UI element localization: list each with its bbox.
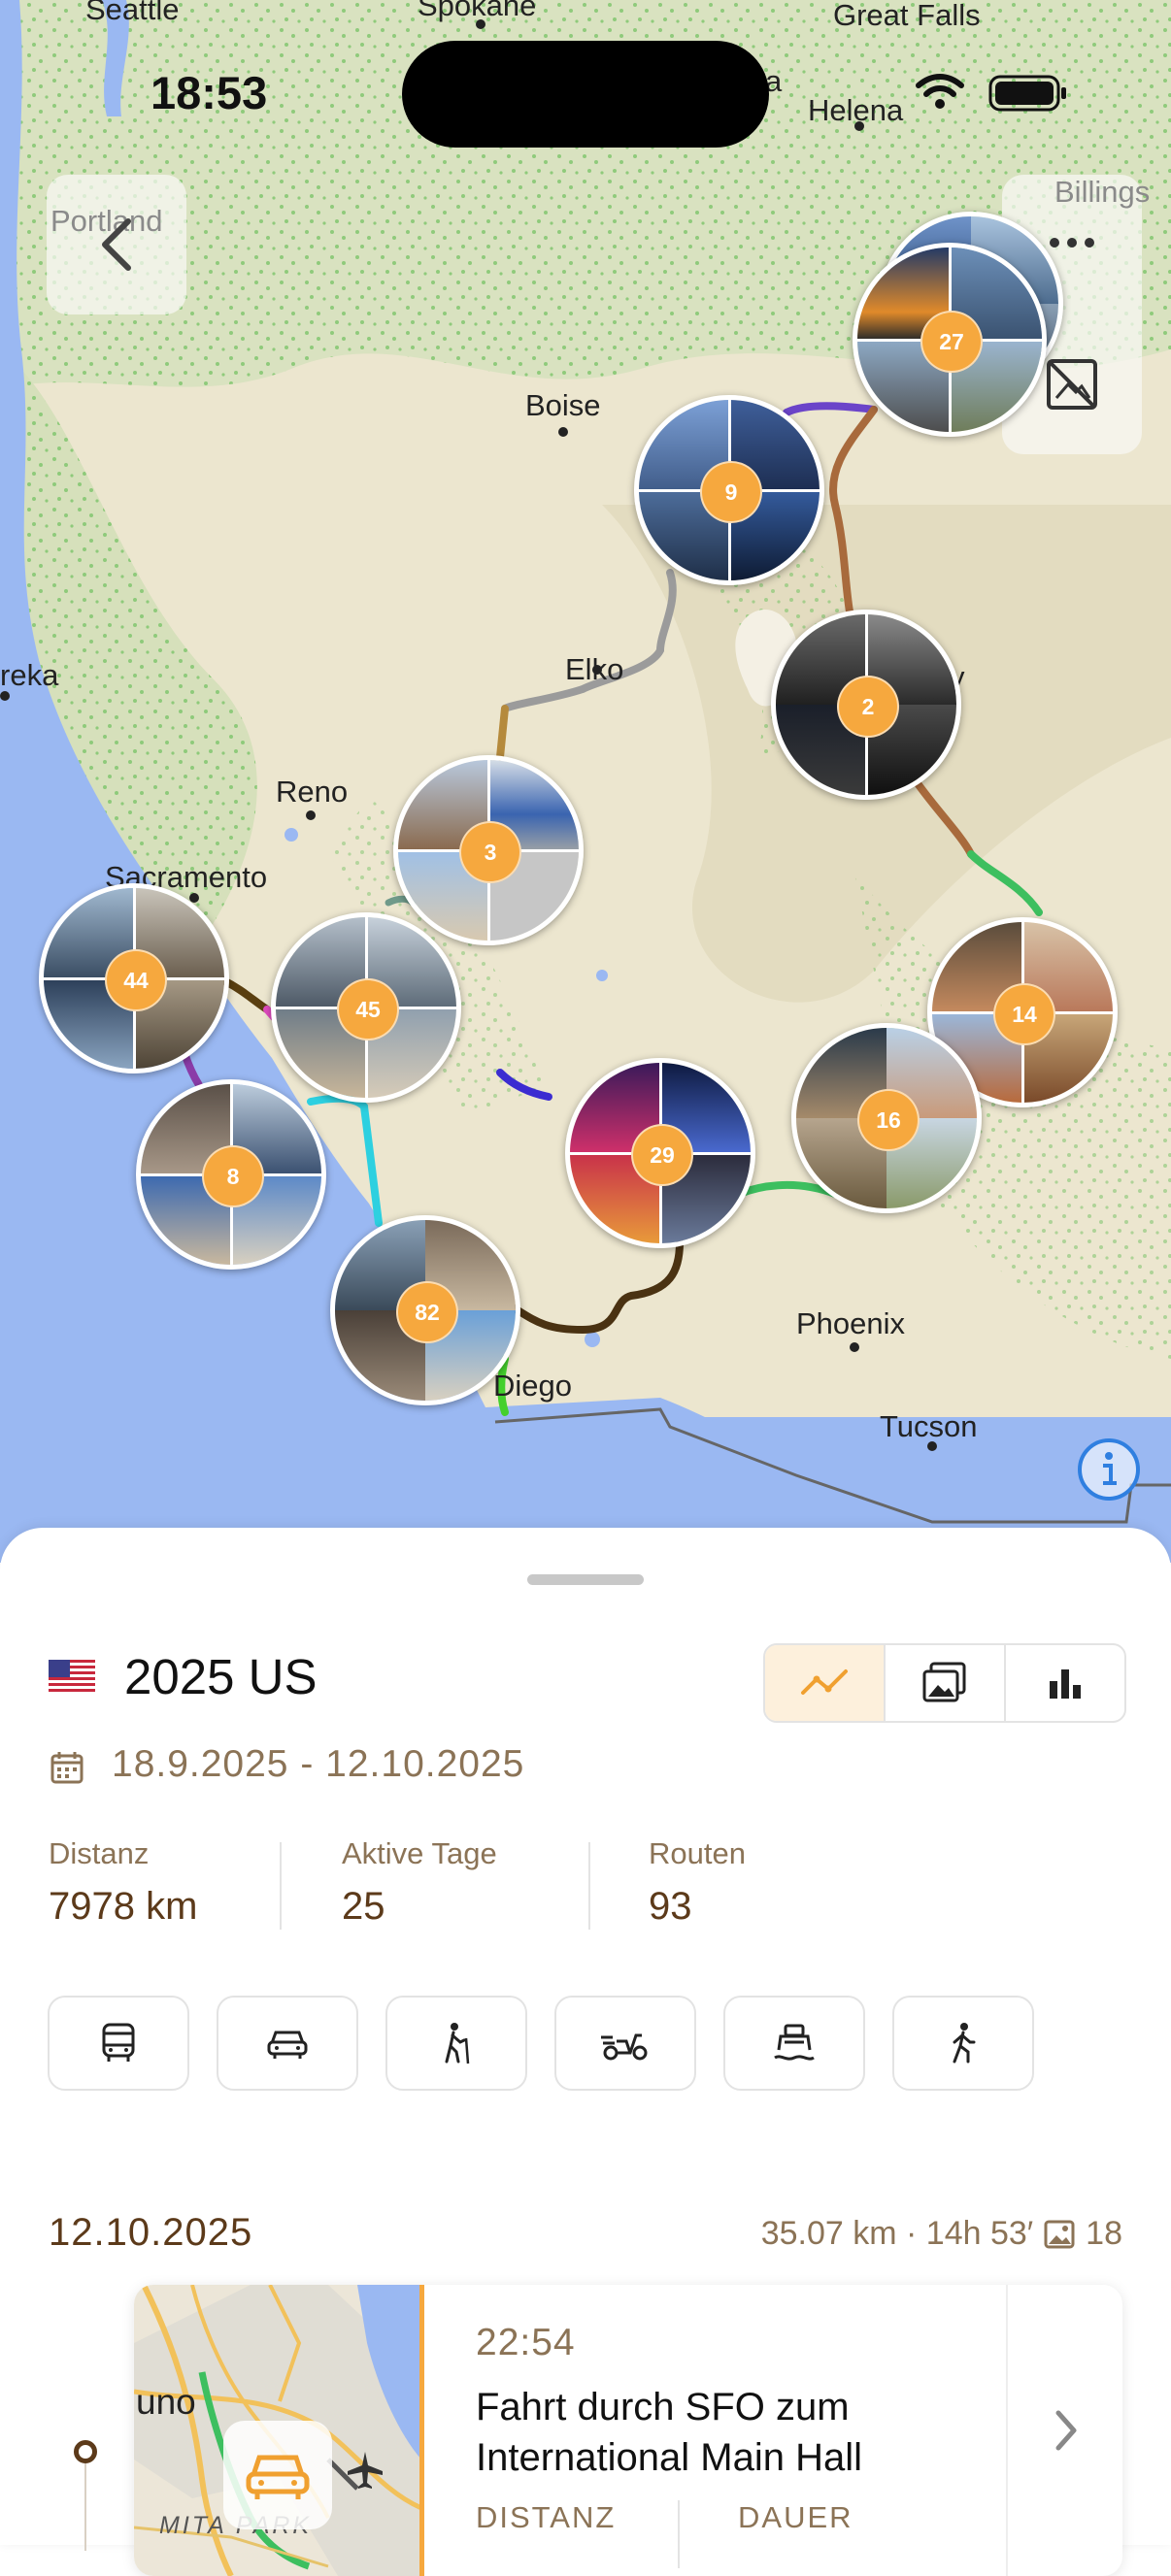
cluster-count: 16	[857, 1089, 920, 1151]
airport-icon	[348, 2452, 383, 2489]
trip-map[interactable]: Seattle Spokane Great Falls a Helena Boi…	[0, 0, 1171, 1563]
filter-car-button[interactable]	[217, 1996, 358, 2091]
cluster-count: 44	[105, 949, 167, 1011]
card-separator	[1006, 2285, 1008, 2576]
cluster-count: 3	[459, 821, 521, 883]
filter-hiking-button[interactable]	[385, 1996, 527, 2091]
ferry-icon	[774, 2024, 815, 2061]
photo-cluster-27[interactable]: 27	[853, 243, 1047, 437]
stat-divider	[588, 1842, 590, 1930]
trip-date-range: 18.9.2025 - 12.10.2025	[112, 1743, 525, 1785]
route-entry-card[interactable]: uno MITA PARK 22:54 Fahrt durch SFO zum …	[134, 2285, 1122, 2576]
filter-walking-button[interactable]	[892, 1996, 1034, 2091]
cluster-count: 29	[631, 1124, 693, 1186]
stat-distance-label: Distanz	[49, 1836, 150, 1870]
trip-title: 2025 US	[124, 1649, 318, 1704]
stat-active-days-label: Aktive Tage	[342, 1836, 497, 1870]
cluster-count: 27	[920, 311, 983, 373]
day-summary: 35.07 km · 14h 53′ 18	[761, 2215, 1122, 2253]
view-mode-route-button[interactable]	[765, 1645, 884, 1721]
map-label-boise: Boise	[525, 388, 601, 422]
stat-routes-label: Routen	[649, 1836, 746, 1870]
transport-mode-badge	[223, 2421, 332, 2529]
wifi-icon	[916, 74, 964, 109]
route-icon	[801, 1669, 848, 1695]
filter-scooter-button[interactable]	[554, 1996, 696, 2091]
entry-distance-label: DISTANZ	[476, 2500, 617, 2534]
photo-cluster-9[interactable]: 9	[634, 395, 824, 585]
map-label-seattle: Seattle	[85, 0, 180, 26]
photo-off-icon	[1047, 359, 1097, 410]
stat-divider	[280, 1842, 282, 1930]
stat-routes-value: 93	[649, 1885, 692, 1928]
entry-title: Fahrt durch SFO zum International Main H…	[476, 2386, 862, 2479]
chart-icon	[1050, 1669, 1081, 1699]
cluster-count: 14	[993, 983, 1055, 1045]
cluster-count: 45	[337, 978, 399, 1040]
thumbnail-label-1: uno	[136, 2382, 196, 2422]
photo-cluster-82[interactable]: 82	[330, 1215, 520, 1405]
stat-active-days-value: 25	[342, 1885, 385, 1928]
hiking-icon	[445, 2023, 470, 2064]
dynamic-island	[402, 41, 769, 148]
photo-cluster-8[interactable]: 8	[136, 1079, 326, 1270]
day-photo-count: 18	[1086, 2215, 1122, 2252]
photo-count-icon	[1044, 2220, 1075, 2248]
info-icon[interactable]	[1076, 1437, 1142, 1503]
view-mode-stats-button[interactable]	[1004, 1645, 1124, 1721]
photo-cluster-2[interactable]: 2	[771, 610, 961, 800]
photo-cluster-45[interactable]: 45	[271, 912, 461, 1103]
map-label-billings: Billings	[1054, 175, 1151, 209]
us-flag-icon	[49, 1660, 95, 1693]
card-accent-bar	[419, 2285, 424, 2576]
timeline-node	[74, 2440, 97, 2463]
cluster-count: 82	[396, 1281, 458, 1343]
hide-photos-button[interactable]	[1043, 355, 1101, 413]
map-label-tucson: Tucson	[880, 1409, 978, 1443]
battery-icon	[988, 75, 1066, 112]
photo-icon	[922, 1662, 966, 1702]
photo-cluster-29[interactable]: 29	[565, 1058, 755, 1248]
cluster-count: 2	[837, 676, 899, 738]
map-label-helena: Helena	[808, 93, 904, 127]
day-distance-duration: 35.07 km · 14h 53′	[760, 2215, 1034, 2252]
map-label-great-falls: Great Falls	[833, 0, 981, 32]
map-label-eureka: reka	[0, 658, 59, 692]
map-label-spokane: Spokane	[418, 0, 537, 22]
sheet-grabber[interactable]	[527, 1574, 644, 1585]
entry-time: 22:54	[476, 2322, 576, 2363]
scooter-icon	[601, 2033, 648, 2061]
cluster-count: 9	[700, 461, 762, 523]
photo-cluster-16[interactable]: 16	[791, 1023, 982, 1213]
stat-distance-value: 7978 km	[49, 1885, 198, 1928]
map-label-phoenix: Phoenix	[796, 1306, 906, 1340]
entry-duration-label: DAUER	[738, 2500, 853, 2534]
more-button[interactable]	[1041, 223, 1103, 262]
walking-icon	[953, 2023, 976, 2064]
map-label-elko: Elko	[565, 652, 624, 686]
day-date: 12.10.2025	[49, 2211, 253, 2254]
trip-detail-sheet: 2025 US 18.9.2025 - 12.10.2025 Distanz 7…	[0, 1528, 1171, 2576]
chevron-right-icon[interactable]	[1051, 2407, 1080, 2454]
cluster-count: 8	[202, 1145, 264, 1207]
timeline-line	[84, 2463, 86, 2551]
chevron-left-icon	[102, 218, 131, 271]
back-button[interactable]: Portland	[47, 175, 186, 314]
entry-divider	[678, 2500, 680, 2568]
view-mode-photos-button[interactable]	[884, 1645, 1004, 1721]
photo-cluster-44[interactable]: 44	[39, 883, 229, 1073]
view-mode-selector	[763, 1643, 1126, 1723]
status-time: 18:53	[151, 67, 268, 118]
ellipsis-icon	[1050, 238, 1094, 248]
filter-bus-button[interactable]	[48, 1996, 189, 2091]
map-label-reno: Reno	[276, 775, 349, 809]
filter-ferry-button[interactable]	[723, 1996, 865, 2091]
car-icon	[246, 2455, 310, 2499]
calendar-icon	[50, 1752, 84, 1784]
bus-icon	[102, 2023, 135, 2062]
car-icon	[267, 2031, 308, 2059]
